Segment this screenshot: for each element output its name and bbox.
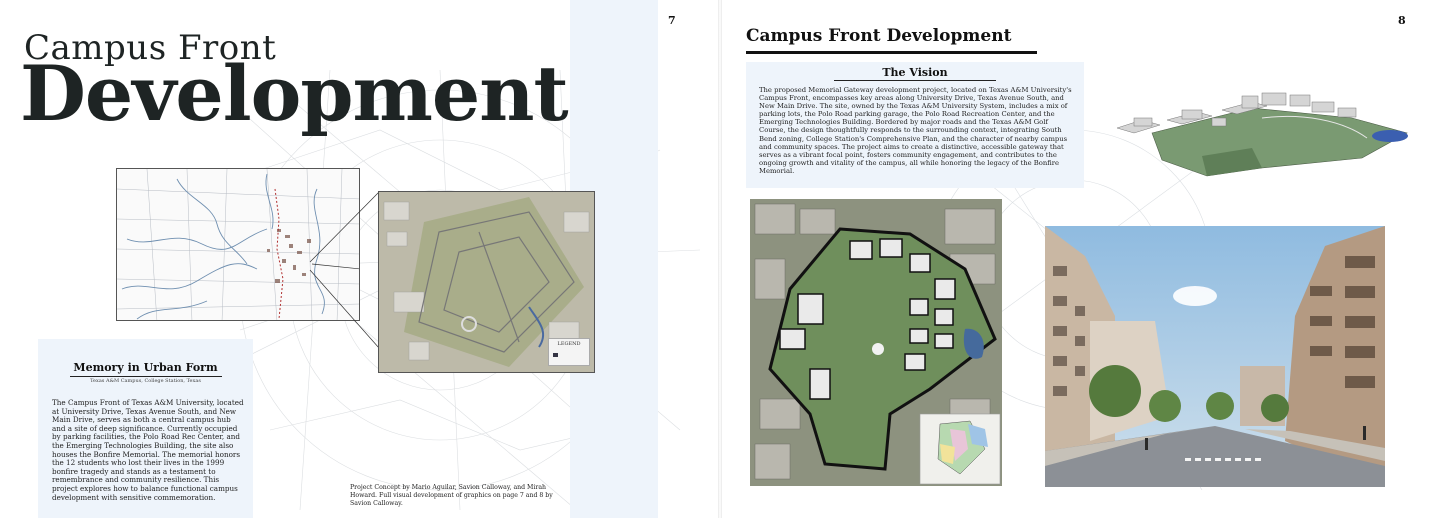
vision-panel: The Vision The proposed Memorial Gateway… [746, 62, 1084, 188]
street-rendering-image [1045, 226, 1385, 487]
left-page: 7 Campus Front Development LEGEND Memory… [0, 0, 718, 518]
vision-body-text: The proposed Memorial Gateway developmen… [759, 86, 1072, 175]
title-line-2: Development [20, 49, 569, 138]
street-rendering [1045, 226, 1385, 487]
legend-title: LEGEND [557, 341, 581, 347]
memory-heading: Memory in Urban Form [73, 361, 218, 374]
map-legend: LEGEND [548, 338, 590, 366]
project-credits: Project Concept by Mario Aguilar, Savion… [350, 484, 553, 507]
site-plan-drawing [750, 199, 1002, 486]
right-page: 8 Campus Front Development The Vision Th… [722, 0, 1440, 518]
master-site-plan [750, 199, 1002, 486]
massing-model [1116, 92, 1408, 177]
page-heading: Campus Front Development [746, 26, 1012, 46]
memory-subheading: Texas A&M Campus, College Station, Texas [90, 378, 201, 384]
magazine-spread: 7 Campus Front Development LEGEND Memory… [0, 0, 1440, 518]
vision-heading: The Vision [882, 66, 948, 79]
vision-heading-rule [834, 80, 996, 81]
page-heading-rule [746, 51, 1037, 54]
legend-swatch [553, 353, 558, 357]
memory-body-text: The Campus Front of Texas A&M University… [52, 398, 244, 502]
callout-lines [309, 191, 380, 349]
page-number: 7 [668, 14, 676, 27]
memory-heading-rule [70, 376, 222, 377]
memory-panel: Memory in Urban Form Texas A&M Campus, C… [38, 339, 253, 518]
page-number: 8 [1398, 14, 1406, 27]
aerial-site-map: LEGEND [378, 191, 595, 373]
